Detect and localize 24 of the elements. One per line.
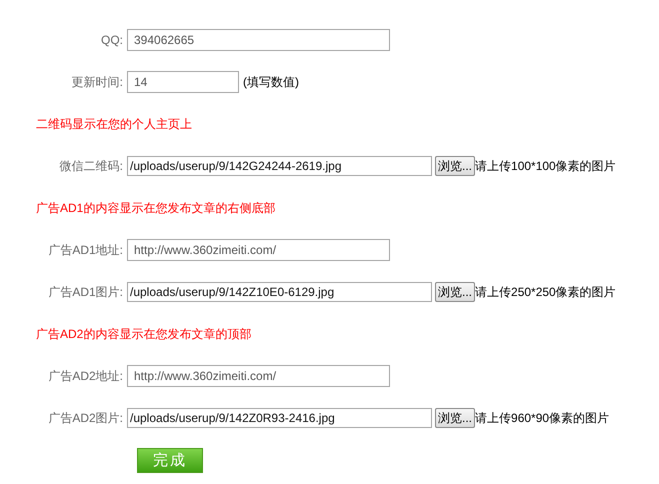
browse-button[interactable]: 浏览...: [435, 408, 476, 428]
field-label: 广告AD1地址:: [47, 242, 124, 258]
file-path-field[interactable]: /uploads/userup/9/142G24244-2619.jpg: [127, 156, 432, 176]
browse-button[interactable]: 浏览...: [435, 282, 476, 302]
field-label: 更新时间:: [70, 74, 124, 90]
upload-hint: 请上传960*90像素的图片: [475, 410, 610, 426]
file-path-field[interactable]: /uploads/userup/9/142Z10E0-6129.jpg: [127, 282, 432, 302]
browse-button[interactable]: 浏览...: [435, 156, 476, 176]
input-field[interactable]: 394062665: [127, 29, 390, 51]
input-field[interactable]: http://www.360zimeiti.com/: [127, 365, 390, 387]
file-path-field[interactable]: /uploads/userup/9/142Z0R93-2416.jpg: [127, 408, 432, 428]
field-label: 广告AD2图片:: [47, 410, 124, 426]
upload-hint: 请上传250*250像素的图片: [475, 284, 616, 300]
field-label: 广告AD1图片:: [47, 284, 124, 300]
section-heading: 二维码显示在您的个人主页上: [35, 116, 192, 132]
section-heading: 广告AD2的内容显示在您发布文章的顶部: [35, 326, 252, 342]
input-field[interactable]: http://www.360zimeiti.com/: [127, 239, 390, 261]
field-note: (填写数值): [243, 74, 299, 90]
field-label: 微信二维码:: [58, 158, 124, 174]
section-heading: 广告AD1的内容显示在您发布文章的右侧底部: [35, 200, 276, 216]
input-field[interactable]: 14: [127, 71, 239, 93]
field-label: QQ:: [100, 33, 124, 47]
upload-hint: 请上传100*100像素的图片: [475, 158, 616, 174]
field-label: 广告AD2地址:: [47, 368, 124, 384]
